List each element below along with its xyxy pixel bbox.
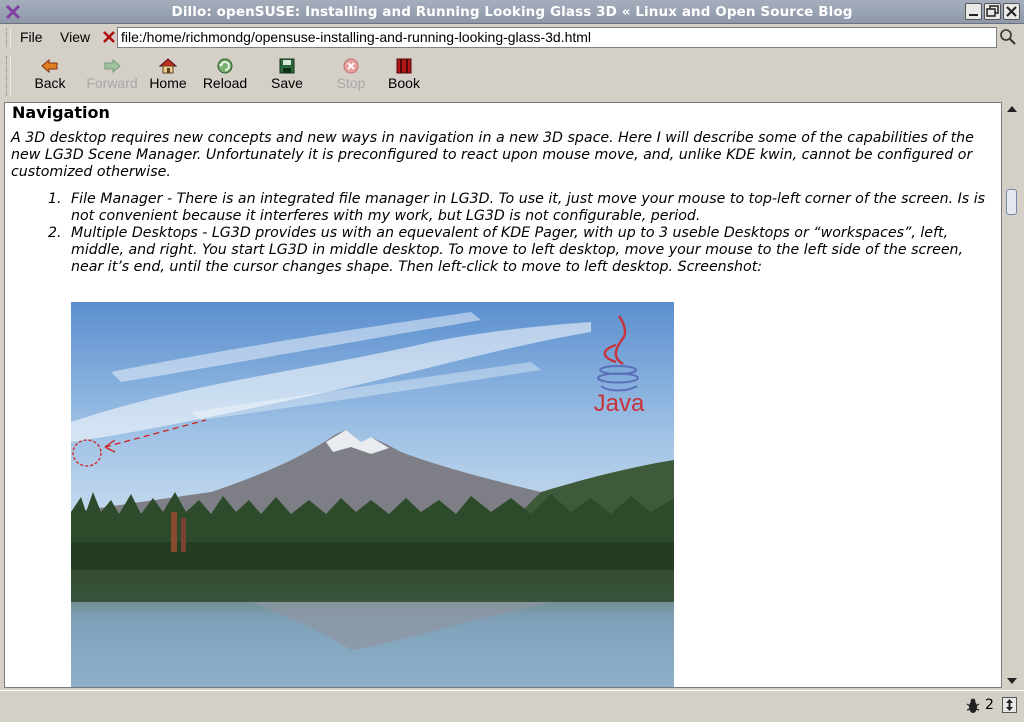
- minimize-icon: [969, 14, 978, 16]
- reload-icon: [217, 58, 233, 74]
- book-label: Book: [388, 75, 420, 91]
- desktop-screenshot-image: Java: [71, 302, 674, 687]
- expand-arrows-icon: [1006, 699, 1013, 711]
- fullscreen-toggle-button[interactable]: [1002, 697, 1017, 713]
- window-title: Dillo: openSUSE: Installing and Running …: [171, 4, 853, 20]
- bug-count: 2: [985, 697, 994, 713]
- status-bar: 2: [0, 690, 1024, 722]
- stop-label: Stop: [336, 75, 366, 91]
- home-button[interactable]: Home: [147, 58, 189, 98]
- home-label: Home: [149, 75, 187, 91]
- minimize-button[interactable]: [965, 3, 982, 20]
- stop-icon: [343, 58, 359, 74]
- menu-bar: File View file:/home/richmondg/opensuse-…: [0, 24, 1024, 51]
- list-item: 2. Multiple Desktops - LG3D provides us …: [48, 225, 991, 276]
- home-icon: [159, 58, 177, 74]
- toolbar-grip[interactable]: [6, 56, 11, 96]
- save-button[interactable]: Save: [268, 58, 306, 98]
- menubar-grip[interactable]: [6, 28, 11, 47]
- scroll-down-arrow-icon[interactable]: [1007, 678, 1017, 684]
- section-heading: Navigation: [12, 103, 110, 122]
- list-item: 1. File Manager - There is an integrated…: [48, 191, 991, 225]
- list-number: 2.: [48, 225, 62, 241]
- search-icon[interactable]: [999, 28, 1017, 46]
- vertical-scrollbar[interactable]: [1004, 102, 1020, 688]
- page-content[interactable]: Navigation A 3D desktop requires new con…: [4, 102, 1002, 688]
- restore-icon: [986, 5, 999, 17]
- save-disk-icon: [279, 58, 295, 74]
- list-number: 1.: [48, 191, 62, 207]
- close-button[interactable]: [1003, 3, 1020, 20]
- forward-arrow-icon: [104, 58, 121, 74]
- maximize-button[interactable]: [984, 3, 1001, 20]
- scroll-thumb[interactable]: [1006, 189, 1017, 215]
- clear-url-icon[interactable]: [102, 30, 116, 44]
- back-arrow-icon: [41, 58, 58, 74]
- reload-button[interactable]: Reload: [199, 58, 251, 98]
- reload-label: Reload: [202, 75, 248, 91]
- bookmarks-button[interactable]: Book: [384, 58, 424, 98]
- scroll-up-arrow-icon[interactable]: [1007, 106, 1017, 112]
- list-item-text: File Manager - There is an integrated fi…: [71, 191, 986, 224]
- list-item-text: Multiple Desktops - LG3D provides us wit…: [71, 225, 964, 275]
- close-icon: [1006, 6, 1017, 17]
- menu-file[interactable]: File: [20, 29, 43, 45]
- bug-meter-icon[interactable]: [966, 698, 980, 714]
- bookmark-book-icon: [396, 58, 412, 74]
- forward-label: Forward: [86, 75, 138, 91]
- back-button[interactable]: Back: [30, 58, 70, 98]
- url-input[interactable]: file:/home/richmondg/opensuse-installing…: [117, 27, 997, 48]
- stop-button[interactable]: Stop: [332, 58, 370, 98]
- forward-button[interactable]: Forward: [83, 58, 141, 98]
- title-bar: Dillo: openSUSE: Installing and Running …: [0, 0, 1024, 24]
- menu-view[interactable]: View: [60, 29, 90, 45]
- intro-paragraph: A 3D desktop requires new concepts and n…: [11, 130, 974, 180]
- back-label: Back: [34, 75, 66, 91]
- toolbar: Back Forward Home Reload Save Stop Book: [0, 51, 1024, 100]
- java-logo-text: Java: [594, 390, 645, 417]
- save-label: Save: [271, 75, 303, 91]
